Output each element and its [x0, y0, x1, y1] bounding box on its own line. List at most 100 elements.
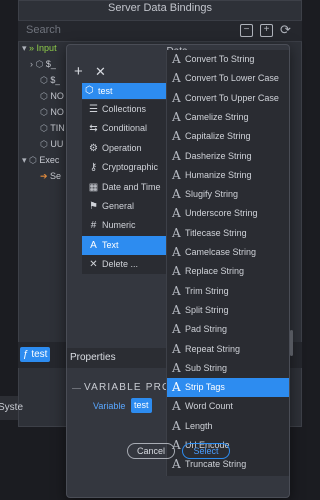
- function-item[interactable]: A Sub String: [167, 359, 289, 378]
- tree-item-label: Input: [36, 43, 57, 53]
- text-function-icon: A: [172, 264, 181, 279]
- function-item[interactable]: A Word Count: [167, 397, 289, 416]
- function-item[interactable]: A Titlecase String: [167, 224, 289, 243]
- function-label: Word Count: [185, 401, 233, 412]
- tree-node-icon: ⬡: [40, 139, 51, 149]
- function-label: Strip Tags: [185, 382, 225, 393]
- tree-item-label: NO: [50, 107, 64, 117]
- function-item[interactable]: A Slugify String: [167, 185, 289, 204]
- tree-item[interactable]: ▾ » Input: [22, 40, 57, 56]
- function-item[interactable]: A Strip Tags: [167, 378, 289, 398]
- tree-node-icon: ⬡: [35, 59, 46, 69]
- hash-icon: #: [90, 220, 97, 232]
- scrollbar[interactable]: [290, 330, 293, 356]
- tree-chevron-icon[interactable]: ▾: [22, 43, 29, 53]
- category-item-collections[interactable]: ☰ Collections: [82, 100, 166, 119]
- category-label: Operation: [102, 142, 142, 153]
- function-item[interactable]: A Trim String: [167, 282, 289, 301]
- function-item[interactable]: A Convert To Upper Case: [167, 89, 289, 108]
- text-function-icon: A: [172, 206, 181, 221]
- close-icon[interactable]: ✕: [95, 64, 106, 80]
- function-item[interactable]: A Split String: [167, 301, 289, 320]
- text-function-icon: A: [172, 52, 181, 66]
- variable-value[interactable]: test: [131, 398, 152, 413]
- text-functions-menu: A Convert To String A Convert To Lower Case…: [166, 50, 289, 476]
- category-item-conditional[interactable]: ⇆ Conditional: [82, 119, 166, 138]
- cancel-button[interactable]: Cancel: [127, 443, 175, 459]
- category-item-cryptographic[interactable]: ⚷ Cryptographic: [82, 158, 166, 177]
- function-item[interactable]: A Humanize String: [167, 166, 289, 185]
- tree-chevron-icon[interactable]: ▾: [22, 155, 29, 165]
- function-label: Convert To Lower Case: [185, 73, 279, 84]
- category-item-text[interactable]: A Text: [82, 235, 166, 255]
- calendar-icon: ▦: [88, 181, 99, 193]
- add-icon[interactable]: +: [74, 64, 83, 80]
- function-label: Humanize String: [185, 169, 252, 180]
- function-label: Slugify String: [185, 189, 239, 200]
- selected-binding-label: test: [98, 86, 113, 96]
- tree-item-label: $_: [50, 75, 61, 85]
- left-edge-text: Syste: [0, 402, 24, 413]
- tree-item[interactable]: ⬡ TIN: [40, 120, 65, 136]
- flag-icon: ⚑: [89, 201, 98, 212]
- tree-item[interactable]: ⬡ NO: [40, 104, 64, 120]
- text-function-icon: A: [172, 187, 181, 202]
- operation-icon: ⚙: [89, 142, 98, 154]
- collapse-icon[interactable]: −: [240, 24, 253, 37]
- tree-node-icon: ⬡: [40, 75, 51, 85]
- select-button[interactable]: Select: [182, 443, 230, 459]
- function-item[interactable]: A Camelcase String: [167, 243, 289, 262]
- text-function-icon: A: [172, 245, 181, 259]
- text-icon: A: [90, 239, 97, 251]
- divider: [72, 388, 81, 389]
- function-item[interactable]: A Underscore String: [167, 204, 289, 223]
- function-item[interactable]: A Replace String: [167, 262, 289, 281]
- key-icon: ⚷: [89, 162, 98, 174]
- tree-item[interactable]: ⬡ NO: [40, 88, 64, 104]
- text-function-icon: A: [172, 148, 181, 163]
- function-label: Convert To Upper Case: [185, 92, 279, 103]
- tree-node-icon: ⬡: [29, 155, 40, 165]
- tree-item[interactable]: ⬡ UU: [40, 136, 63, 152]
- tree-item[interactable]: ⬡ $_: [40, 72, 60, 88]
- function-item[interactable]: A Capitalize String: [167, 127, 289, 146]
- function-label: Sub String: [185, 362, 228, 373]
- function-item[interactable]: A Convert To Lower Case: [167, 69, 289, 88]
- dialog-toolbar: + ✕: [67, 64, 167, 82]
- ftest-binding-pill[interactable]: ƒ test: [20, 347, 51, 362]
- function-item[interactable]: A Length: [167, 417, 289, 436]
- category-menu: ☰ Collections ⇆ Conditional ⚙ Operation ⚷ Crypt…: [82, 100, 166, 274]
- tree-item[interactable]: ➔ Se: [40, 168, 61, 184]
- text-function-icon: A: [172, 109, 181, 124]
- text-function-icon: A: [172, 341, 181, 356]
- category-item-numeric[interactable]: # Numeric: [82, 216, 166, 235]
- selected-binding-row[interactable]: ⬡ test: [82, 83, 166, 99]
- category-label: Cryptographic: [102, 162, 159, 173]
- function-item[interactable]: A Dasherize String: [167, 147, 289, 166]
- panel-title: Server Data Bindings: [108, 2, 212, 14]
- search-bar[interactable]: Search − + ⟳: [18, 20, 302, 42]
- category-item-general[interactable]: ⚑ General: [82, 197, 166, 216]
- expand-icon[interactable]: +: [260, 24, 273, 37]
- text-function-icon: A: [172, 457, 181, 472]
- function-label: Convert To String: [185, 54, 255, 64]
- tree-node-icon: ⬡: [40, 107, 51, 117]
- tree-item[interactable]: › ⬡ $_: [30, 56, 56, 72]
- tree-node-icon: ➔: [40, 171, 51, 181]
- function-item[interactable]: A Truncate String: [167, 455, 289, 474]
- conditional-icon: ⇆: [89, 123, 98, 135]
- function-item[interactable]: A Repeat String: [167, 340, 289, 359]
- function-item[interactable]: A Convert To String: [167, 50, 289, 69]
- search-input[interactable]: Search: [26, 24, 61, 36]
- refresh-icon[interactable]: ⟳: [280, 22, 291, 38]
- text-function-icon: A: [172, 71, 181, 86]
- tree-item-label: $_: [45, 59, 56, 69]
- text-function-icon: A: [172, 380, 181, 395]
- category-item-delete[interactable]: ✕ Delete ...: [82, 255, 166, 274]
- function-item[interactable]: A Pad String: [167, 320, 289, 339]
- function-item[interactable]: A Camelize String: [167, 108, 289, 127]
- variable-properties-heading: VARIABLE PROP: [84, 382, 179, 393]
- category-item-date-and-time[interactable]: ▦ Date and Time: [82, 178, 166, 197]
- tree-item[interactable]: ▾ ⬡ Exec: [22, 152, 59, 168]
- category-item-operation[interactable]: ⚙ Operation: [82, 139, 166, 158]
